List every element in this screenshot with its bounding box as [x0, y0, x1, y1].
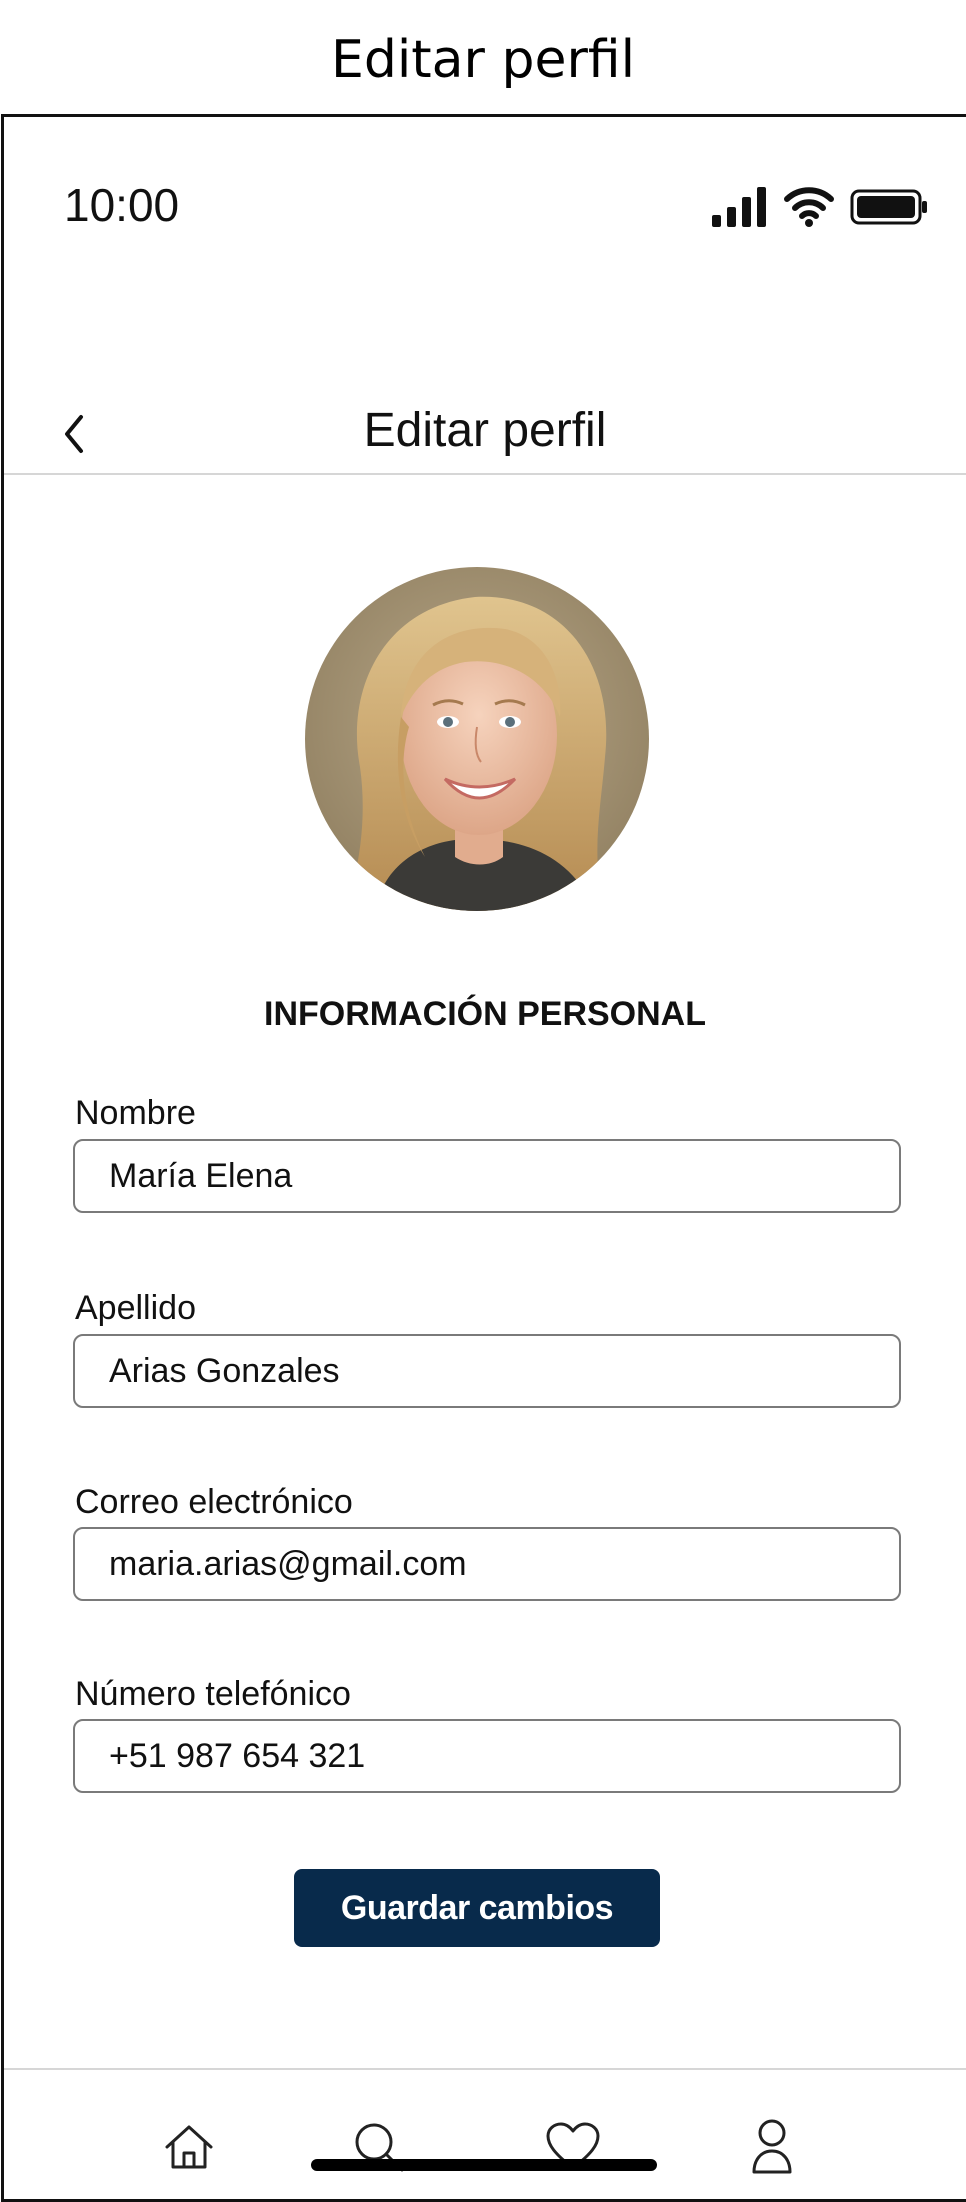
- status-time: 10:00: [64, 179, 180, 231]
- cellular-signal-icon: [712, 187, 766, 227]
- battery-icon: [850, 189, 927, 225]
- wifi-icon: [784, 187, 834, 227]
- screen-caption: Editar perfil: [330, 30, 636, 90]
- navigation-bar: Editar perfil: [4, 357, 966, 475]
- tab-profile[interactable]: [737, 2112, 807, 2182]
- tab-favorites[interactable]: [538, 2112, 608, 2182]
- tab-search[interactable]: [344, 2112, 414, 2182]
- avatar[interactable]: [305, 567, 649, 911]
- apellido-label: Apellido: [75, 1289, 196, 1327]
- page-title: Editar perfil: [363, 404, 607, 457]
- phone-field[interactable]: [73, 1719, 901, 1793]
- home-indicator: [311, 2159, 657, 2171]
- correo-label: Correo electrónico: [75, 1483, 353, 1521]
- status-icons: [710, 185, 930, 229]
- section-title: INFORMACIÓN PERSONAL: [264, 995, 706, 1033]
- user-icon: [752, 2119, 792, 2174]
- profile-photo: [305, 567, 649, 911]
- email-field[interactable]: [73, 1527, 901, 1601]
- tab-bar: [4, 2068, 966, 2199]
- save-button[interactable]: Guardar cambios: [294, 1869, 660, 1947]
- telefono-label: Número telefónico: [75, 1675, 351, 1713]
- apellido-field[interactable]: [73, 1334, 901, 1408]
- home-icon: [165, 2125, 213, 2169]
- tab-home[interactable]: [154, 2112, 224, 2182]
- nombre-label: Nombre: [75, 1094, 196, 1132]
- phone-frame: 10:00 Editar perfil INFORMACIÓN PERSONAL…: [1, 114, 966, 2202]
- nombre-field[interactable]: [73, 1139, 901, 1213]
